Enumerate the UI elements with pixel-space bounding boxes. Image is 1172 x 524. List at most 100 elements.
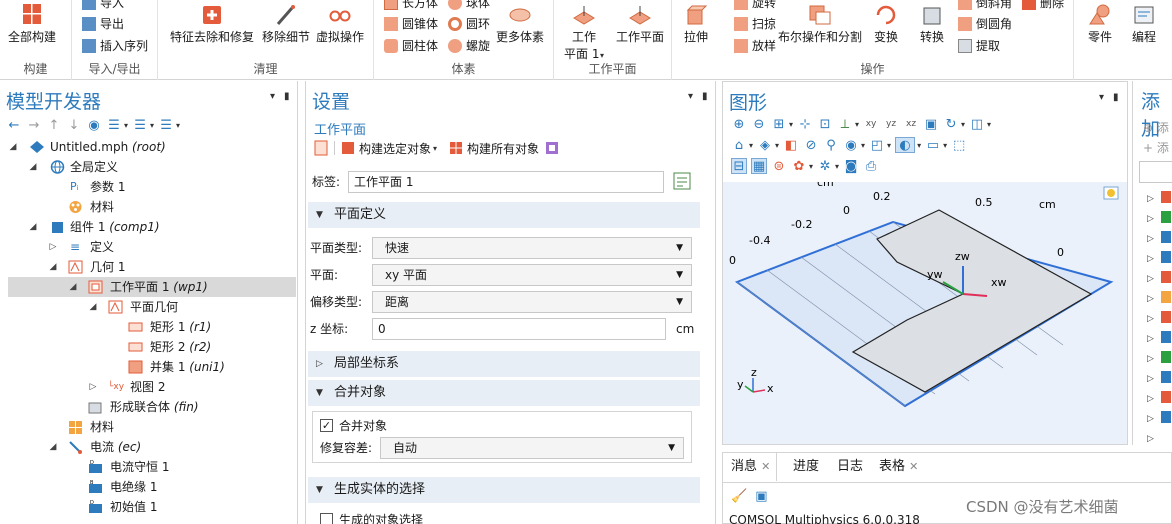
loft-button[interactable]: 放样	[734, 37, 776, 54]
chevron-down-icon[interactable]: ▾	[789, 120, 793, 129]
zoom-box-icon[interactable]: ⊞	[771, 116, 787, 132]
revolve-button[interactable]: 旋转	[734, 0, 776, 11]
workplane-1-button[interactable]: 工作 平面 1 ▾	[564, 4, 604, 62]
tab-table[interactable]: 表格 ✕	[873, 453, 924, 481]
torus-button[interactable]: 圆环	[448, 15, 490, 32]
physics-icon[interactable]	[1161, 371, 1171, 383]
export-button[interactable]: 导出	[82, 15, 124, 32]
build-all-objects-button[interactable]: 构建所有对象	[449, 140, 539, 157]
tree-node-workplane[interactable]: ◢ 工作平面 1 (wp1)	[8, 277, 296, 297]
extrude-button[interactable]: 拉伸	[684, 4, 708, 45]
boolean-partition-button[interactable]: 布尔操作和分割	[778, 4, 862, 45]
tree-node-view2[interactable]: ▷ └xy 视图 2	[8, 377, 296, 397]
delete-button[interactable]: 删除	[1022, 0, 1064, 11]
chevron-down-icon[interactable]: ▾	[917, 141, 921, 150]
collapse-arrow-icon[interactable]: ◢	[28, 217, 38, 237]
cone-button[interactable]: 圆锥体	[384, 15, 438, 32]
collapse-arrow-icon[interactable]: ◢	[48, 437, 58, 457]
forward-arrow-icon[interactable]: →	[26, 117, 42, 133]
chevron-down-icon[interactable]: ▾	[176, 121, 180, 130]
find-icon[interactable]: ⚲	[823, 137, 839, 153]
add-item-1[interactable]: ⊕ 添	[1143, 119, 1169, 136]
section-union[interactable]: ▼ 合并对象	[308, 380, 700, 406]
physics-icon[interactable]	[1161, 271, 1171, 283]
select-all-icon[interactable]: ◈	[757, 137, 773, 153]
shortcut-icon[interactable]: ◰	[869, 137, 885, 153]
convert-button[interactable]: 转换	[920, 4, 944, 45]
graphics-canvas[interactable]: cm 0.2 0 -0.2 -0.4 0 0.5 cm 0 zw yw xw z…	[723, 182, 1127, 444]
select-box-icon[interactable]: ◧	[783, 137, 799, 153]
wireframe-icon[interactable]: ⊟	[731, 158, 747, 174]
transparency-icon[interactable]: ◐	[895, 137, 916, 153]
chevron-down-icon[interactable]: ▾	[887, 141, 891, 150]
panel-menu-icon[interactable]: ▾	[688, 91, 693, 102]
broom-icon[interactable]: 🧹	[731, 489, 747, 504]
parts-button[interactable]: 零件	[1088, 4, 1112, 45]
tree-node-definitions[interactable]: ▷ ≡ 定义	[8, 237, 296, 257]
close-icon[interactable]: ✕	[909, 460, 918, 473]
tree-node-rect1[interactable]: 矩形 1 (r1)	[8, 317, 296, 337]
repair-tolerance-select[interactable]: 自动 ▼	[380, 437, 684, 459]
center-icon[interactable]: ⊹	[797, 116, 813, 132]
chevron-down-icon[interactable]: ▾	[749, 141, 753, 150]
tab-messages[interactable]: 消息 ✕	[725, 453, 778, 481]
collapse-arrow-icon[interactable]: ◢	[68, 277, 78, 297]
import-button[interactable]: 导入	[82, 0, 124, 11]
virtual-ops-button[interactable]: 虚拟操作	[316, 4, 364, 45]
tree-node-materials[interactable]: 材料	[8, 417, 296, 437]
physics-icon[interactable]	[1161, 291, 1171, 303]
build-selected-button[interactable]: 构建选定对象 ▾	[341, 140, 437, 157]
tab-progress[interactable]: 进度	[787, 453, 825, 481]
chevron-down-icon[interactable]: ▾	[433, 144, 437, 153]
sphere-button[interactable]: 球体	[448, 0, 490, 11]
cylinder-button[interactable]: 圆柱体	[384, 37, 438, 54]
section-plane-definition[interactable]: ▼ 平面定义	[308, 202, 700, 228]
visibility-icon[interactable]: ◉	[843, 137, 859, 153]
collapse-arrow-icon[interactable]: ◢	[28, 157, 38, 177]
physics-icon[interactable]	[1161, 191, 1171, 203]
chevron-down-icon[interactable]: ▾	[775, 141, 779, 150]
tree-node-union[interactable]: 并集 1 (uni1)	[8, 357, 296, 377]
zoom-out-icon[interactable]: ⊖	[751, 116, 767, 132]
collapse-arrow-icon[interactable]: ◢	[48, 257, 58, 277]
section-selection[interactable]: ▼ 生成实体的选择	[308, 477, 700, 503]
expand-arrow-icon[interactable]: ▷	[48, 237, 58, 257]
print-icon[interactable]: ⎙	[863, 158, 879, 174]
chevron-down-icon[interactable]: ▾	[150, 121, 154, 130]
tree-node-rect2[interactable]: 矩形 2 (r2)	[8, 337, 296, 357]
chevron-down-icon[interactable]: ▾	[961, 120, 965, 129]
copy-icon[interactable]: ▣	[755, 489, 767, 504]
camera-icon[interactable]: ◙	[843, 158, 859, 174]
grid-icon[interactable]: ▦	[751, 158, 767, 174]
physics-icon[interactable]	[1161, 391, 1171, 403]
tree-node-initial-values[interactable]: D 初始值 1	[8, 497, 296, 517]
helix-button[interactable]: 螺旋	[448, 37, 490, 54]
close-icon[interactable]: ✕	[761, 460, 770, 473]
insert-sequence-button[interactable]: 插入序列	[82, 37, 148, 54]
build-all-button[interactable]: 全部构建	[8, 4, 56, 45]
selection-list-icon[interactable]: ⊜	[771, 158, 787, 174]
z-coordinate-input[interactable]: 0	[372, 318, 666, 340]
tree-node-component[interactable]: ◢ 组件 1 (comp1)	[8, 217, 296, 237]
light-icon[interactable]: ▭	[925, 137, 941, 153]
show-icon[interactable]: ◉	[86, 117, 102, 133]
workplane-button[interactable]: 工作平面	[616, 4, 664, 45]
expand-icon[interactable]: ☰	[106, 117, 122, 133]
panel-menu-icon[interactable]: ▾	[270, 91, 275, 102]
reset-view-icon[interactable]: ↻	[943, 116, 959, 132]
tree-node-parameters[interactable]: Pᵢ 参数 1	[8, 177, 296, 197]
xy-view-icon[interactable]: xy	[863, 116, 879, 132]
chevron-down-icon[interactable]: ▾	[809, 162, 813, 171]
union-checkbox-row[interactable]: ✓ 合并对象	[320, 417, 387, 434]
physics-icon[interactable]	[1161, 311, 1171, 323]
physics-icon[interactable]	[1161, 251, 1171, 263]
chevron-down-icon[interactable]: ▾	[861, 141, 865, 150]
chevron-down-icon[interactable]: ▾	[835, 162, 839, 171]
programming-button[interactable]: 编程	[1132, 4, 1156, 45]
chevron-down-icon[interactable]: ▾	[855, 120, 859, 129]
label-input[interactable]: 工作平面 1	[348, 171, 664, 193]
view-layer-icon[interactable]: ◫	[969, 116, 985, 132]
yz-view-icon[interactable]: yz	[883, 116, 899, 132]
zoom-extents-icon[interactable]: ⊡	[817, 116, 833, 132]
xz-view-icon[interactable]: xz	[903, 116, 919, 132]
